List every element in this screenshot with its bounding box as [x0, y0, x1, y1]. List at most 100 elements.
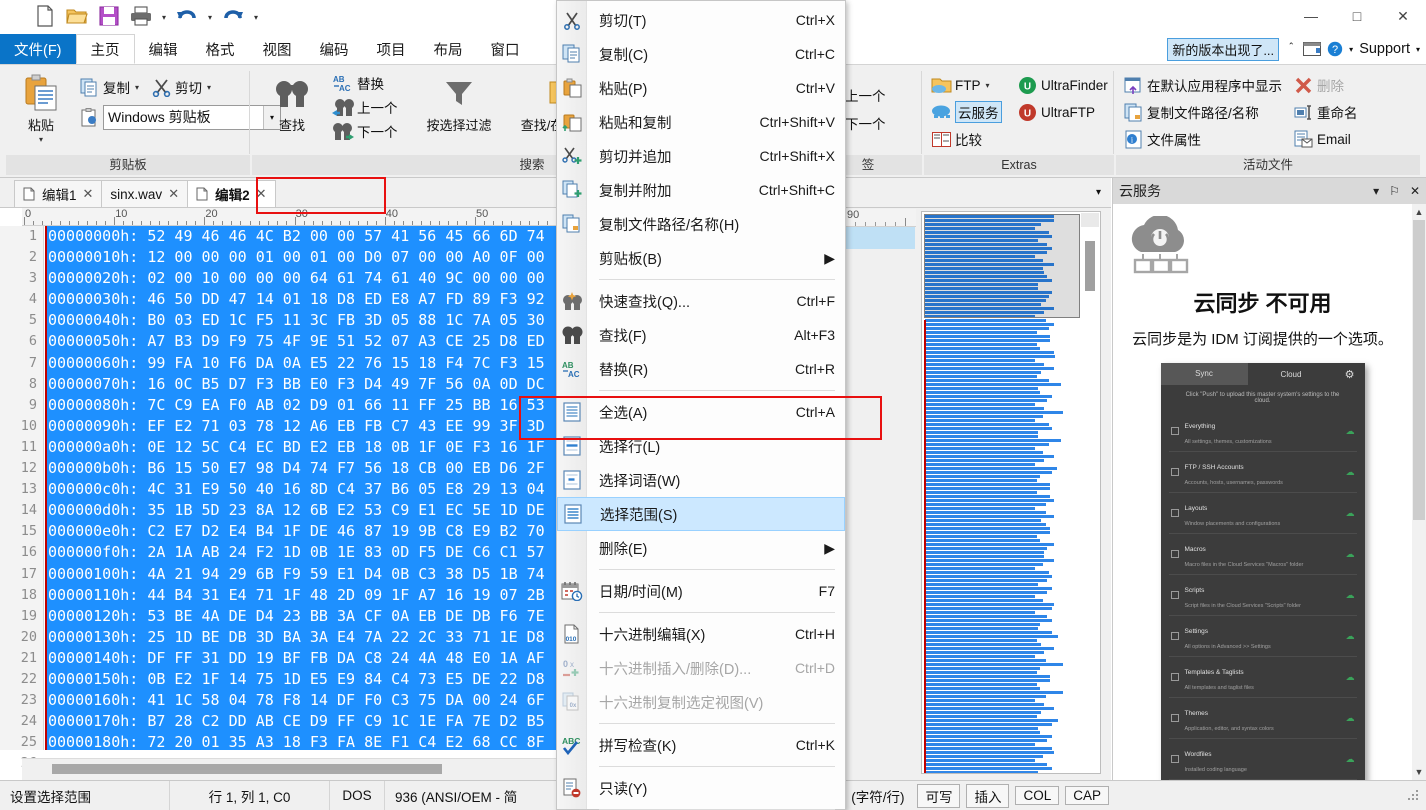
cloud-services-label[interactable]: 云服务	[955, 101, 1002, 123]
tab-format[interactable]: 格式	[192, 34, 249, 64]
menu-item-16[interactable]: 选择范围(S)	[557, 497, 845, 531]
status-position[interactable]: 行 1, 列 1, C0	[170, 780, 330, 810]
status-encoding[interactable]: 936 (ANSI/OEM - 简	[385, 780, 565, 810]
collapse-ribbon-icon[interactable]: ＾	[1285, 41, 1297, 58]
ftp-caret-icon[interactable]: ▾	[984, 81, 990, 90]
undo-icon[interactable]	[172, 2, 202, 30]
status-insert-button[interactable]: 插入	[966, 783, 1010, 808]
find-button[interactable]: 查找	[266, 73, 318, 134]
minimize-button[interactable]: —	[1288, 0, 1334, 32]
ultrafinder-label[interactable]: UltraFinder	[1041, 78, 1108, 93]
file-properties-label[interactable]: 文件属性	[1147, 129, 1201, 149]
close-button[interactable]: ✕	[1380, 0, 1426, 32]
rename-label[interactable]: 重命名	[1317, 102, 1358, 122]
cut-label[interactable]: 剪切	[175, 77, 202, 97]
print-caret-icon[interactable]: ▾	[158, 2, 170, 30]
doc-tab-close-icon[interactable]: ✕	[83, 186, 94, 202]
tab-project[interactable]: 项目	[363, 34, 420, 64]
find-next-label[interactable]: 下一个	[357, 121, 398, 141]
email-label[interactable]: Email	[1317, 132, 1351, 147]
menu-item-17[interactable]: 删除(E) ▶	[557, 531, 845, 565]
copy-file-path-label[interactable]: 复制文件路径/名称	[1147, 102, 1259, 122]
doc-tab-edit1[interactable]: 编辑1 ✕	[14, 180, 103, 207]
minimap-viewport[interactable]	[924, 214, 1080, 318]
show-in-default-app-label[interactable]: 在默认应用程序中显示	[1147, 75, 1282, 95]
minimap-scrollbar[interactable]	[1081, 213, 1099, 772]
menu-item-25[interactable]: ABC 拼写检查(K) Ctrl+K	[557, 728, 845, 762]
tab-layout[interactable]: 布局	[420, 34, 477, 64]
menu-item-13[interactable]: 全选(A) Ctrl+A	[557, 395, 845, 429]
minimap-scroll-thumb[interactable]	[1085, 241, 1095, 291]
cloud-panel-close-icon[interactable]: ✕	[1410, 184, 1420, 198]
paste-button[interactable]: 粘贴 ▾	[12, 73, 70, 144]
doc-tab-close-icon[interactable]: ✕	[256, 186, 267, 202]
menu-item-4[interactable]: 剪切并追加 Ctrl+Shift+X	[557, 139, 845, 173]
menu-item-10[interactable]: 查找(F) Alt+F3	[557, 318, 845, 352]
copy-label[interactable]: 复制	[103, 77, 130, 97]
status-line-ending[interactable]: DOS	[330, 780, 385, 810]
edit-context-menu[interactable]: 剪切(T) Ctrl+X 复制(C) Ctrl+C 粘贴(P) Ctrl+V 粘贴和复制 Ct…	[556, 0, 846, 810]
new-file-icon[interactable]	[30, 2, 60, 30]
resize-grip[interactable]	[1405, 787, 1423, 805]
doc-tab-sinx-wav[interactable]: sinx.wav ✕	[101, 180, 189, 207]
scroll-up-icon[interactable]: ▲	[1412, 204, 1426, 220]
bookmark-next-label[interactable]: 下一个	[845, 113, 886, 133]
tab-encoding[interactable]: 编码	[306, 34, 363, 64]
overview-dropdown-icon[interactable]: ▾	[1096, 187, 1101, 198]
menu-item-19[interactable]: 日期/时间(M) F7	[557, 574, 845, 608]
filter-by-selection-button[interactable]: 按选择过滤	[414, 73, 504, 134]
menu-item-15[interactable]: 选择词语(W)	[557, 463, 845, 497]
support-caret-icon[interactable]: ▾	[1416, 45, 1420, 54]
tab-window[interactable]: 窗口	[477, 34, 534, 64]
bookmark-prev-label[interactable]: 上一个	[845, 85, 886, 105]
help-icon[interactable]: ?	[1327, 41, 1343, 57]
menu-item-7[interactable]: 剪贴板(B) ▶	[557, 241, 845, 275]
redo-icon[interactable]	[218, 2, 248, 30]
menu-item-0[interactable]: 剪切(T) Ctrl+X	[557, 3, 845, 37]
cloud-panel-pin-icon[interactable]: ⚐	[1389, 184, 1400, 198]
replace-label[interactable]: 替换	[357, 73, 384, 93]
ultraftp-label[interactable]: UltraFTP	[1041, 105, 1095, 120]
open-file-icon[interactable]	[62, 2, 92, 30]
status-col-button[interactable]: COL	[1015, 786, 1060, 805]
menu-item-3[interactable]: 粘贴和复制 Ctrl+Shift+V	[557, 105, 845, 139]
doc-tab-edit2[interactable]: 编辑2 ✕	[187, 180, 276, 207]
tab-view[interactable]: 视图	[249, 34, 306, 64]
minimap-scroll-up[interactable]	[1081, 213, 1099, 227]
help-caret-icon[interactable]: ▾	[1349, 45, 1353, 54]
find-prev-label[interactable]: 上一个	[357, 97, 398, 117]
new-version-badge[interactable]: 新的版本出现了...	[1167, 37, 1280, 61]
ribbon-display-options-icon[interactable]	[1303, 42, 1322, 56]
menu-item-6[interactable]: 复制文件路径/名称(H)	[557, 207, 845, 241]
save-file-icon[interactable]	[94, 2, 124, 30]
menu-item-11[interactable]: AB AC 替换(R) Ctrl+R	[557, 352, 845, 386]
cloud-scroll-thumb[interactable]	[1413, 220, 1425, 520]
status-writable-button[interactable]: 可写	[917, 783, 961, 808]
scrollbar-thumb[interactable]	[52, 764, 442, 774]
tab-file[interactable]: 文件(F)	[0, 34, 76, 64]
menu-item-21[interactable]: 010 十六进制编辑(X) Ctrl+H	[557, 617, 845, 651]
qat-overflow-icon[interactable]: ▾	[250, 2, 262, 30]
scroll-down-icon[interactable]: ▼	[1412, 764, 1426, 780]
maximize-button[interactable]: □	[1334, 0, 1380, 32]
menu-item-5[interactable]: 复制并附加 Ctrl+Shift+C	[557, 173, 845, 207]
print-icon[interactable]	[126, 2, 156, 30]
undo-caret-icon[interactable]: ▾	[204, 2, 216, 30]
paste-caret-icon[interactable]: ▾	[39, 135, 43, 144]
cloud-panel-dropdown-icon[interactable]: ▾	[1373, 184, 1379, 198]
tab-home[interactable]: 主页	[75, 34, 135, 64]
menu-item-1[interactable]: 复制(C) Ctrl+C	[557, 37, 845, 71]
menu-item-2[interactable]: 粘贴(P) Ctrl+V	[557, 71, 845, 105]
minimap[interactable]	[921, 211, 1101, 774]
ftp-label[interactable]: FTP	[955, 78, 981, 93]
menu-item-27[interactable]: 只读(Y)	[557, 771, 845, 805]
tab-edit[interactable]: 编辑	[135, 34, 192, 64]
copy-caret-icon[interactable]: ▾	[133, 83, 139, 92]
menu-item-14[interactable]: 选择行(L)	[557, 429, 845, 463]
menu-item-9[interactable]: 快速查找(Q)... Ctrl+F	[557, 284, 845, 318]
status-cap-button[interactable]: CAP	[1065, 786, 1109, 805]
support-link[interactable]: Support	[1359, 41, 1410, 57]
cloud-panel-scrollbar[interactable]: ▲ ▼	[1412, 204, 1426, 780]
cut-caret-icon[interactable]: ▾	[205, 83, 211, 92]
compare-label[interactable]: 比较	[955, 129, 982, 149]
